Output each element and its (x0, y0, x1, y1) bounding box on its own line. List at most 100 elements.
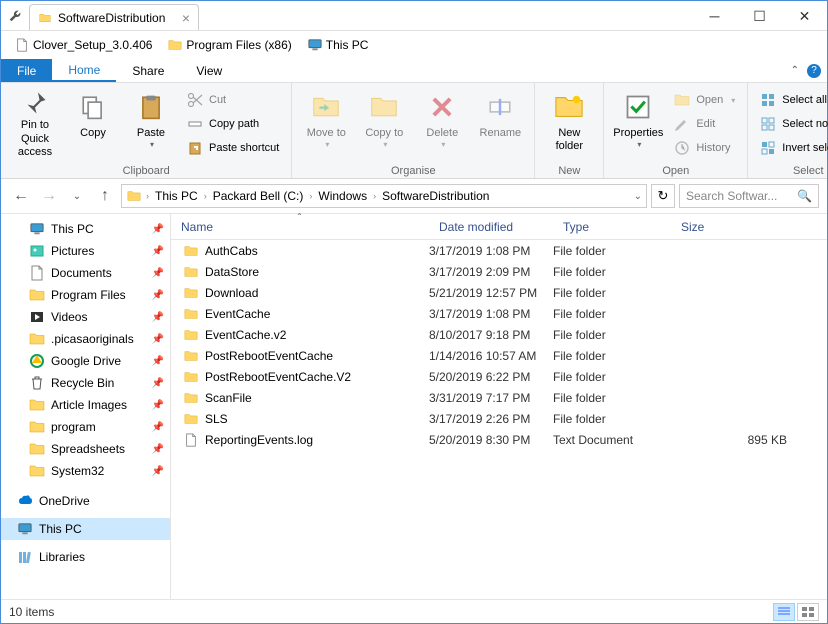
history-button[interactable]: History (668, 137, 741, 159)
folder-icon (183, 349, 199, 363)
properties-button[interactable]: Properties▾ (610, 87, 666, 159)
sidebar-item[interactable]: System32📌 (1, 460, 170, 482)
item-icon (29, 287, 45, 303)
select-all-button[interactable]: Select all (754, 89, 828, 111)
open-button[interactable]: Open▾ (668, 89, 741, 111)
sidebar-this-pc[interactable]: This PC (1, 518, 170, 540)
close-button[interactable]: ✕ (782, 1, 827, 31)
edit-button[interactable]: Edit (668, 113, 741, 135)
address-bar[interactable]: › This PC› Packard Bell (C:)› Windows› S… (121, 184, 647, 208)
breadcrumb-item[interactable]: Packard Bell (C:) (211, 189, 306, 203)
file-name: EventCache.v2 (205, 328, 286, 342)
breadcrumb-item[interactable]: Windows (316, 189, 369, 203)
help-icon[interactable]: ? (807, 64, 821, 78)
tab-close-icon[interactable]: × (182, 10, 190, 26)
sidebar-item[interactable]: Videos📌 (1, 306, 170, 328)
ribbon-collapse-button[interactable]: ⌃ (787, 65, 803, 76)
invert-selection-button[interactable]: Invert selection (754, 137, 828, 159)
minimize-button[interactable]: ─ (692, 1, 737, 31)
file-type: File folder (553, 412, 671, 426)
sidebar-item[interactable]: Pictures📌 (1, 240, 170, 262)
item-icon (29, 463, 45, 479)
file-row[interactable]: EventCache3/17/2019 1:08 PMFile folder (171, 303, 827, 324)
copy-path-button[interactable]: Copy path (181, 113, 285, 135)
browser-tab[interactable]: SoftwareDistribution × (29, 4, 199, 30)
pin-icon (19, 91, 51, 115)
file-size: 895 KB (671, 433, 827, 447)
monitor-icon (29, 221, 45, 237)
tab-home[interactable]: Home (52, 59, 116, 82)
sidebar-item[interactable]: Article Images📌 (1, 394, 170, 416)
ribbon-tabs: File Home Share View ⌃ ? (1, 59, 827, 83)
sidebar-item[interactable]: Documents📌 (1, 262, 170, 284)
pin-icon: 📌 (152, 312, 164, 323)
back-button[interactable]: ← (9, 184, 33, 208)
sidebar-libraries[interactable]: Libraries (1, 546, 170, 568)
file-date: 5/20/2019 8:30 PM (429, 433, 553, 447)
paste-shortcut-button[interactable]: Paste shortcut (181, 137, 285, 159)
sidebar-item[interactable]: Program Files📌 (1, 284, 170, 306)
rename-button[interactable]: Rename (472, 87, 528, 159)
wrench-icon[interactable] (1, 1, 29, 30)
shortcut-item[interactable]: Clover_Setup_3.0.406 (9, 35, 158, 55)
copy-to-button[interactable]: Copy to▾ (356, 87, 412, 159)
icons-view-button[interactable] (797, 603, 819, 621)
delete-button[interactable]: Delete▾ (414, 87, 470, 159)
select-none-button[interactable]: Select none (754, 113, 828, 135)
column-name[interactable]: Name⌃ (171, 214, 429, 239)
file-row[interactable]: DataStore3/17/2019 2:09 PMFile folder (171, 261, 827, 282)
shortcut-item[interactable]: This PC (302, 35, 375, 55)
forward-button[interactable]: → (37, 184, 61, 208)
details-view-button[interactable] (773, 603, 795, 621)
column-size[interactable]: Size (671, 214, 827, 239)
file-row[interactable]: ReportingEvents.log5/20/2019 8:30 PMText… (171, 429, 827, 450)
shortcut-item[interactable]: Program Files (x86) (162, 35, 297, 55)
search-input[interactable]: Search Softwar... 🔍 (679, 184, 819, 208)
breadcrumb-item[interactable]: This PC (153, 189, 200, 203)
edit-icon (674, 116, 690, 132)
sidebar-label: Google Drive (51, 354, 121, 368)
up-button[interactable]: ↑ (93, 184, 117, 208)
tab-view[interactable]: View (180, 59, 238, 82)
pin-icon: 📌 (152, 268, 164, 279)
sidebar-this-pc-top[interactable]: This PC📌 (1, 218, 170, 240)
libraries-icon (17, 549, 33, 565)
sidebar-label: program (51, 420, 96, 434)
item-icon (29, 441, 45, 457)
maximize-button[interactable]: ☐ (737, 1, 782, 31)
cut-button[interactable]: Cut (181, 89, 285, 111)
address-dropdown-icon[interactable]: ⌄ (634, 191, 642, 202)
file-row[interactable]: PostRebootEventCache.V25/20/2019 6:22 PM… (171, 366, 827, 387)
pin-quick-access-button[interactable]: Pin to Quick access (7, 87, 63, 159)
new-folder-button[interactable]: New folder (541, 87, 597, 159)
tab-share[interactable]: Share (116, 59, 180, 82)
file-row[interactable]: PostRebootEventCache1/14/2016 10:57 AMFi… (171, 345, 827, 366)
folder-icon (183, 328, 199, 342)
move-icon (310, 91, 342, 123)
item-icon (29, 419, 45, 435)
file-name: Download (205, 286, 258, 300)
sidebar-item[interactable]: Google Drive📌 (1, 350, 170, 372)
copy-button[interactable]: Copy (65, 87, 121, 159)
column-type[interactable]: Type (553, 214, 671, 239)
move-to-button[interactable]: Move to▾ (298, 87, 354, 159)
file-date: 8/10/2017 9:18 PM (429, 328, 553, 342)
sidebar-item[interactable]: Recycle Bin📌 (1, 372, 170, 394)
breadcrumb-item[interactable]: SoftwareDistribution (380, 189, 491, 203)
file-row[interactable]: ScanFile3/31/2019 7:17 PMFile folder (171, 387, 827, 408)
sidebar-item[interactable]: .picasaoriginals📌 (1, 328, 170, 350)
file-row[interactable]: SLS3/17/2019 2:26 PMFile folder (171, 408, 827, 429)
file-row[interactable]: EventCache.v28/10/2017 9:18 PMFile folde… (171, 324, 827, 345)
tab-file[interactable]: File (1, 59, 52, 82)
refresh-button[interactable]: ↻ (651, 184, 675, 208)
file-name: PostRebootEventCache.V2 (205, 370, 351, 384)
column-date[interactable]: Date modified (429, 214, 553, 239)
recent-dropdown[interactable]: ⌄ (65, 184, 89, 208)
file-row[interactable]: AuthCabs3/17/2019 1:08 PMFile folder (171, 240, 827, 261)
sidebar-item[interactable]: program📌 (1, 416, 170, 438)
item-icon (29, 331, 45, 347)
sidebar-item[interactable]: Spreadsheets📌 (1, 438, 170, 460)
paste-button[interactable]: Paste▾ (123, 87, 179, 159)
sidebar-onedrive[interactable]: OneDrive (1, 490, 170, 512)
file-row[interactable]: Download5/21/2019 12:57 PMFile folder (171, 282, 827, 303)
